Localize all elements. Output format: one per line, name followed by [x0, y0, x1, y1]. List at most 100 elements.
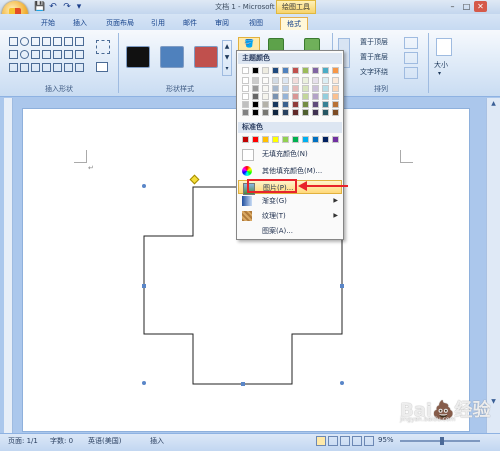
theme-color-swatch[interactable]: [302, 101, 309, 108]
scroll-up-icon[interactable]: ▲: [489, 100, 498, 109]
resize-handle[interactable]: [241, 382, 245, 386]
texture-fill-item[interactable]: 纹理(T) ▶: [238, 209, 342, 223]
theme-color-swatch[interactable]: [242, 85, 249, 92]
insert-mode[interactable]: 插入: [150, 436, 164, 446]
gradient-fill-label: 渐变(G): [262, 197, 287, 205]
standard-color-swatch[interactable]: [282, 136, 289, 143]
standard-color-swatch[interactable]: [302, 136, 309, 143]
theme-color-swatch[interactable]: [292, 67, 299, 74]
theme-color-swatch[interactable]: [312, 93, 319, 100]
submenu-arrow-icon: ▶: [333, 212, 338, 219]
zoom-slider-thumb[interactable]: [440, 437, 444, 445]
theme-color-swatch[interactable]: [332, 93, 339, 100]
theme-color-swatch[interactable]: [262, 109, 269, 116]
theme-color-swatch[interactable]: [282, 85, 289, 92]
resize-handle[interactable]: [142, 184, 146, 188]
language[interactable]: 英语(美国): [88, 436, 121, 446]
print-layout-icon[interactable]: [316, 436, 326, 446]
standard-color-swatch[interactable]: [332, 136, 339, 143]
theme-color-swatch[interactable]: [242, 109, 249, 116]
theme-color-swatch[interactable]: [292, 85, 299, 92]
no-fill-item[interactable]: 无填充颜色(N): [238, 147, 342, 161]
theme-color-swatch[interactable]: [262, 77, 269, 84]
draft-icon[interactable]: [364, 436, 374, 446]
theme-color-swatch[interactable]: [292, 93, 299, 100]
resize-handle[interactable]: [340, 381, 344, 385]
theme-color-swatch[interactable]: [322, 77, 329, 84]
zoom-level[interactable]: 95%: [378, 436, 394, 444]
theme-color-swatch[interactable]: [312, 77, 319, 84]
theme-color-swatch[interactable]: [252, 101, 259, 108]
theme-color-swatch[interactable]: [322, 109, 329, 116]
theme-color-swatch[interactable]: [302, 109, 309, 116]
theme-color-swatch[interactable]: [262, 67, 269, 74]
standard-color-swatch[interactable]: [262, 136, 269, 143]
theme-color-swatch[interactable]: [322, 93, 329, 100]
theme-color-swatch[interactable]: [262, 85, 269, 92]
theme-color-swatch[interactable]: [302, 67, 309, 74]
theme-color-swatch[interactable]: [282, 77, 289, 84]
vertical-scrollbar[interactable]: ▲ ▼: [486, 98, 500, 433]
theme-color-swatch[interactable]: [242, 93, 249, 100]
theme-color-swatch[interactable]: [312, 85, 319, 92]
theme-color-swatch[interactable]: [272, 101, 279, 108]
theme-color-swatch[interactable]: [272, 77, 279, 84]
theme-color-swatch[interactable]: [252, 67, 259, 74]
gradient-icon: [242, 196, 252, 206]
resize-handle[interactable]: [142, 381, 146, 385]
theme-color-swatch[interactable]: [332, 109, 339, 116]
theme-color-swatch[interactable]: [292, 101, 299, 108]
theme-color-swatch[interactable]: [282, 109, 289, 116]
theme-color-swatch[interactable]: [252, 109, 259, 116]
theme-color-swatch[interactable]: [322, 85, 329, 92]
word-count[interactable]: 字数: 0: [50, 436, 73, 446]
theme-color-swatch[interactable]: [332, 77, 339, 84]
resize-handle[interactable]: [142, 284, 146, 288]
theme-color-swatch[interactable]: [282, 67, 289, 74]
gradient-fill-item[interactable]: 渐变(G) ▶: [238, 194, 342, 208]
theme-color-swatch[interactable]: [312, 101, 319, 108]
theme-color-swatch[interactable]: [312, 67, 319, 74]
theme-color-swatch[interactable]: [272, 93, 279, 100]
theme-color-swatch[interactable]: [252, 77, 259, 84]
more-colors-item[interactable]: 其他填充颜色(M)...: [238, 164, 342, 178]
theme-color-swatch[interactable]: [292, 109, 299, 116]
theme-color-swatch[interactable]: [332, 67, 339, 74]
web-layout-icon[interactable]: [340, 436, 350, 446]
theme-color-swatch[interactable]: [322, 67, 329, 74]
view-buttons[interactable]: [316, 436, 376, 446]
theme-color-swatch[interactable]: [262, 101, 269, 108]
standard-color-swatch[interactable]: [292, 136, 299, 143]
color-palette-icon: [242, 166, 252, 176]
theme-color-swatch[interactable]: [332, 101, 339, 108]
theme-color-swatch[interactable]: [272, 67, 279, 74]
standard-color-swatch[interactable]: [272, 136, 279, 143]
theme-color-swatch[interactable]: [302, 77, 309, 84]
theme-color-swatch[interactable]: [332, 85, 339, 92]
full-screen-icon[interactable]: [328, 436, 338, 446]
theme-color-swatch[interactable]: [322, 101, 329, 108]
theme-color-swatch[interactable]: [282, 93, 289, 100]
theme-color-swatch[interactable]: [292, 77, 299, 84]
theme-color-swatch[interactable]: [252, 93, 259, 100]
theme-color-swatch[interactable]: [242, 77, 249, 84]
theme-color-swatch[interactable]: [302, 85, 309, 92]
page-count[interactable]: 页面: 1/1: [8, 436, 38, 446]
standard-color-swatch[interactable]: [312, 136, 319, 143]
theme-color-swatch[interactable]: [312, 109, 319, 116]
pattern-fill-label: 图案(A)...: [262, 227, 293, 235]
theme-color-swatch[interactable]: [262, 93, 269, 100]
theme-color-swatch[interactable]: [282, 101, 289, 108]
standard-color-swatch[interactable]: [322, 136, 329, 143]
theme-color-swatch[interactable]: [242, 67, 249, 74]
outline-icon[interactable]: [352, 436, 362, 446]
theme-color-swatch[interactable]: [272, 85, 279, 92]
theme-color-swatch[interactable]: [272, 109, 279, 116]
theme-color-swatch[interactable]: [302, 93, 309, 100]
resize-handle[interactable]: [340, 284, 344, 288]
theme-color-swatch[interactable]: [242, 101, 249, 108]
standard-color-swatch[interactable]: [252, 136, 259, 143]
pattern-fill-item[interactable]: 图案(A)...: [238, 224, 342, 238]
standard-color-swatch[interactable]: [242, 136, 249, 143]
theme-color-swatch[interactable]: [252, 85, 259, 92]
